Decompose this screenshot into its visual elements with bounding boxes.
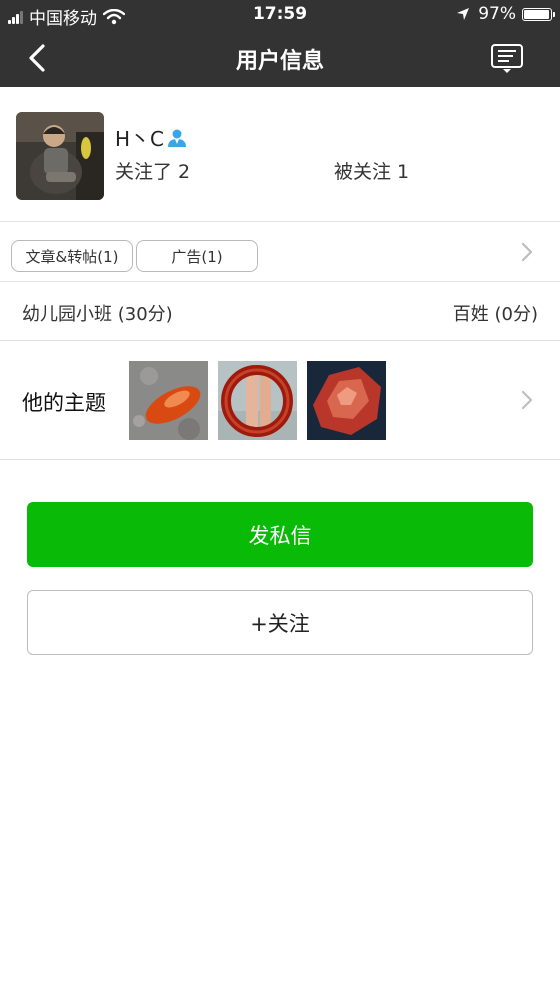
- verified-user-icon: [168, 129, 187, 147]
- topics-row[interactable]: 他的主题: [0, 341, 560, 460]
- battery-percent: 97%: [478, 4, 516, 24]
- send-message-label: 发私信: [248, 523, 312, 548]
- content-tabs: 文章&转帖(1) 广告(1): [0, 222, 560, 282]
- user-name: H丶C: [115, 127, 165, 151]
- follow-label: +关注: [250, 611, 310, 636]
- topic-thumbnail[interactable]: [307, 361, 386, 440]
- following-count[interactable]: 关注了 2: [115, 157, 190, 184]
- send-message-button[interactable]: 发私信: [27, 502, 533, 567]
- tab-ads-label: 广告(1): [171, 247, 223, 266]
- follow-button[interactable]: +关注: [27, 590, 533, 655]
- level-row: 幼儿园小班 (30分) 百姓 (0分): [0, 282, 560, 341]
- tab-articles[interactable]: 文章&转帖(1): [11, 240, 133, 272]
- tab-articles-label: 文章&转帖(1): [25, 247, 119, 266]
- location-arrow-icon: [457, 8, 470, 20]
- followers-count[interactable]: 被关注 1: [334, 157, 409, 184]
- navigation-bar: 用户信息: [0, 30, 560, 87]
- page-title: 用户信息: [235, 49, 324, 74]
- topics-label: 他的主题: [22, 391, 106, 415]
- status-bar: 中国移动 17:59 97%: [0, 0, 560, 30]
- level-label: 幼儿园小班 (30分): [22, 304, 173, 325]
- chevron-right-icon[interactable]: [520, 389, 534, 411]
- avatar[interactable]: [16, 112, 104, 200]
- battery-icon: [522, 7, 555, 21]
- topic-thumbnail[interactable]: [218, 361, 297, 440]
- message-list-icon[interactable]: [490, 42, 524, 76]
- tab-ads[interactable]: 广告(1): [136, 240, 258, 272]
- topic-thumbnail[interactable]: [129, 361, 208, 440]
- profile-header: H丶C 关注了 2 被关注 1: [0, 87, 560, 222]
- chevron-right-icon[interactable]: [520, 241, 534, 263]
- rank-label: 百姓 (0分): [452, 304, 538, 325]
